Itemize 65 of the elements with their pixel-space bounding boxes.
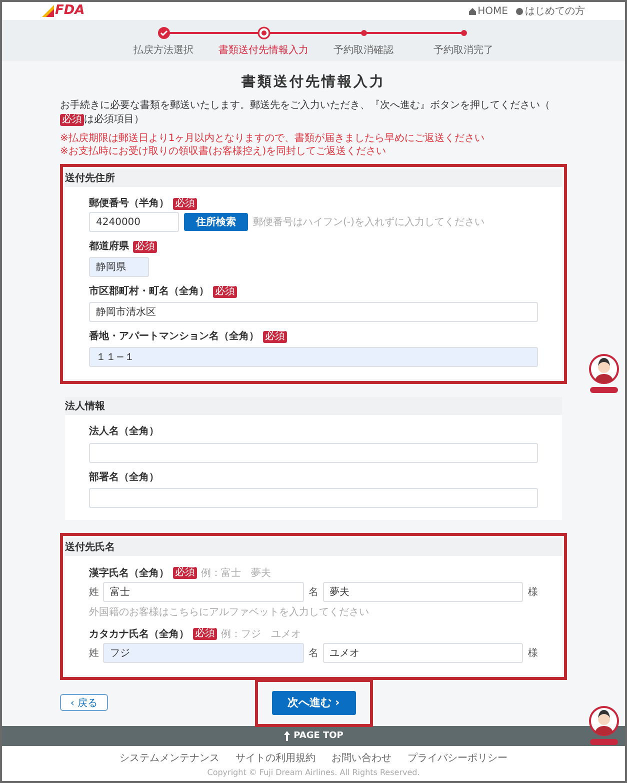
step-label: 書類送付先情報入力: [218, 44, 308, 57]
required-badge: 必須: [173, 198, 197, 210]
back-button[interactable]: ‹ 戻る: [60, 694, 108, 711]
header-link[interactable]: HOME: [468, 4, 508, 18]
hint-text: 外国籍のお客様はこちらにアルファベットを入力してください: [89, 606, 370, 619]
footer-link[interactable]: システムメンテナンス: [120, 751, 220, 765]
intro-text: お手続きに必要な書類を郵送いたします。郵送先をご入力いただき、『次へ進む』ボタンを押してください（: [60, 100, 550, 111]
circle-icon: [516, 8, 523, 14]
next-button[interactable]: 次へ進む ›: [272, 690, 356, 714]
notice-text: ※払戻期限は郵送日より1ヶ月以内となりますので、書類が届きましたら早めにご返送ください: [60, 132, 486, 145]
input-field[interactable]: 富士: [103, 582, 304, 602]
field-label: 番地・アパートマンション名（全角）: [89, 330, 259, 343]
field-label: 法人名（全角）: [89, 425, 159, 438]
field-label: 郵便番号（半角）: [89, 197, 169, 210]
hint-text: 郵便番号はハイフン(-)を入れずに入力してください: [253, 216, 484, 229]
step-label: 払戻方法選択: [134, 44, 194, 57]
copyright-text: Copyright © Fuji Dream Airlines. All Rights Reserved.: [207, 768, 420, 777]
field-label: 市区郡町村・町名（全角）: [89, 285, 209, 298]
step-label: 予約取消確認: [334, 44, 394, 57]
required-badge: 必須: [213, 286, 237, 298]
field-prefix: 名: [308, 586, 318, 599]
field-label: 部署名（全角）: [89, 470, 159, 484]
input-field[interactable]: 静岡市清水区: [89, 302, 538, 322]
assistant-avatar-icon[interactable]: [587, 354, 621, 394]
home-icon: [468, 8, 476, 14]
step-label: 予約取消完了: [434, 44, 494, 57]
logo-text[interactable]: FDA: [55, 4, 85, 18]
input-field[interactable]: フジ: [103, 643, 304, 663]
up-arrow-icon: [284, 731, 290, 741]
page-top-link[interactable]: PAGE TOP: [294, 731, 344, 741]
input-field[interactable]: ユメオ: [322, 643, 523, 663]
field-prefix: 姓: [89, 647, 99, 660]
required-badge: 必須: [193, 628, 217, 640]
input-field[interactable]: 静岡県: [89, 257, 149, 277]
notice-text: ※お支払時にお受け取りの領収書(お客様控え)を同封してご返送ください: [60, 145, 388, 158]
footer-link[interactable]: サイトの利用規約: [236, 751, 316, 765]
honorific-suffix: 様: [528, 586, 538, 599]
intro-text: は必須項目）: [84, 114, 144, 125]
page-title: 書類送付先情報入力: [242, 73, 386, 91]
input-field[interactable]: 夢夫: [322, 582, 523, 602]
footer-link[interactable]: お問い合わせ: [332, 751, 392, 765]
header-link[interactable]: はじめての方: [516, 4, 585, 18]
field-prefix: 名: [308, 647, 318, 660]
address-search-button[interactable]: 住所検索: [184, 213, 248, 231]
logo-wing-icon: [42, 5, 54, 17]
input-field[interactable]: [89, 488, 538, 508]
input-field[interactable]: １１−１: [89, 347, 538, 367]
field-label: 都道府県: [89, 240, 129, 253]
field-prefix: 姓: [89, 586, 99, 599]
field-label: 漢字氏名（全角）: [89, 566, 169, 580]
assistant-avatar-icon[interactable]: [587, 706, 621, 746]
required-badge: 必須: [263, 330, 287, 342]
input-field[interactable]: [89, 442, 538, 462]
footer-link[interactable]: プライバシーポリシー: [408, 751, 508, 765]
example-text: 例：フジ ユメオ: [221, 628, 301, 641]
required-badge: 必須: [173, 567, 197, 579]
honorific-suffix: 様: [528, 646, 538, 660]
section-title: 送付先住所: [65, 169, 562, 187]
required-badge: 必須: [133, 240, 157, 252]
field-label: カタカナ氏名（全角）: [89, 628, 189, 640]
section-title: 法人情報: [65, 397, 562, 415]
required-badge: 必須: [60, 114, 84, 126]
section-title: 送付先氏名: [65, 538, 562, 556]
example-text: 例：富士 夢夫: [201, 566, 271, 580]
input-field[interactable]: 4240000: [89, 212, 179, 232]
